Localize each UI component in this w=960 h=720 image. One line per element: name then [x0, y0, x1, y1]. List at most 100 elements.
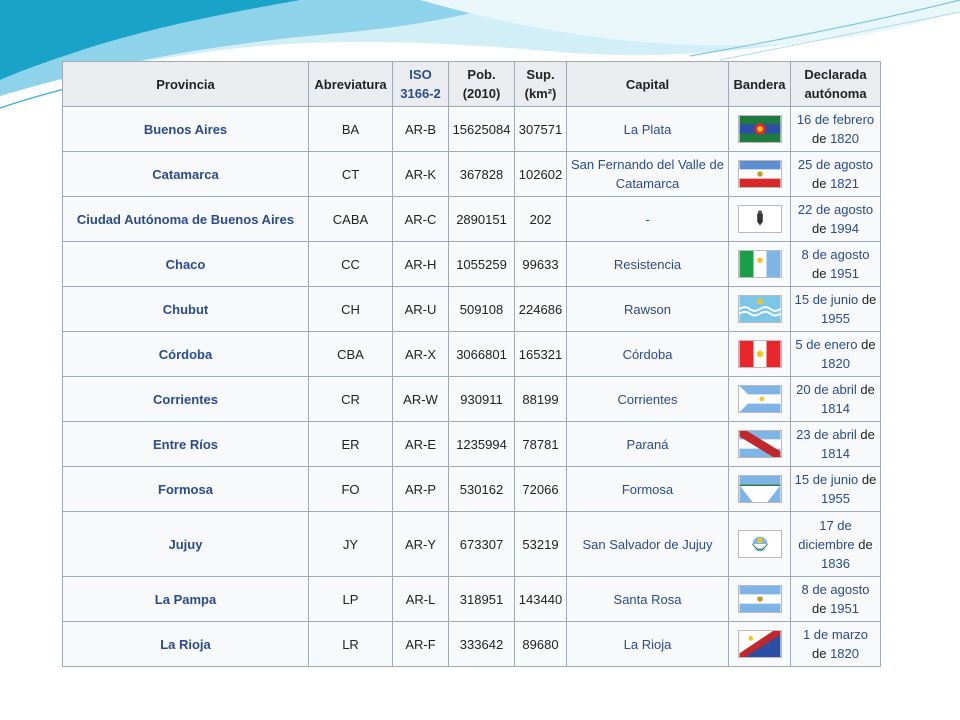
autonomy-date-link[interactable]: 25 de agosto [798, 157, 873, 172]
autonoma-label: autónoma [804, 86, 867, 101]
provinces-table-body: Buenos Aires BA AR-B 15625084 307571 La Plata… [62, 106, 881, 667]
autonomy-year-link[interactable]: 1951 [830, 601, 859, 616]
autonomy-year-link[interactable]: 1821 [830, 176, 859, 191]
autonomy-date-link[interactable]: 1 de marzo [803, 627, 868, 642]
province-abbreviation: CH [308, 286, 393, 332]
province-name-link[interactable]: Entre Ríos [62, 421, 309, 467]
province-abbreviation: JY [308, 511, 393, 577]
header-row: Provincia Abreviatura ISO 3166-2 Pob. (201… [62, 61, 881, 107]
autonomy-year-link[interactable]: 1836 [821, 556, 850, 571]
province-population: 2890151 [448, 196, 515, 242]
province-capital-link[interactable]: Santa Rosa [566, 576, 729, 622]
province-iso-code: AR-X [392, 331, 449, 377]
autonomy-year-link[interactable]: 1955 [821, 491, 850, 506]
table-row: Buenos Aires BA AR-B 15625084 307571 La Plata… [62, 106, 881, 152]
table-row: Entre Ríos ER AR-E 1235994 78781 Paraná 23 de … [62, 421, 881, 467]
col-header-sup[interactable]: Sup. (km²) [514, 61, 567, 107]
autonomy-year-link[interactable]: 1955 [821, 311, 850, 326]
province-capital-link[interactable]: Córdoba [566, 331, 729, 377]
jujuy-flag-icon[interactable] [737, 530, 782, 558]
iso-link[interactable]: ISO [409, 67, 431, 82]
province-iso-code: AR-Y [392, 511, 449, 577]
chubut-flag-icon[interactable] [737, 295, 782, 323]
pob-label: Pob. [467, 67, 496, 82]
autonomy-year-link[interactable]: 1951 [830, 266, 859, 281]
province-population: 1055259 [448, 241, 515, 287]
autonomy-year-link[interactable]: 1820 [830, 131, 859, 146]
province-name-link[interactable]: Córdoba [62, 331, 309, 377]
corrientes-flag-icon[interactable] [737, 385, 782, 413]
autonomy-date-link[interactable]: 20 de abril [796, 382, 857, 397]
autonomy-date-link[interactable]: 23 de abril [796, 427, 857, 442]
autonomy-date-link[interactable]: 15 de junio [795, 292, 859, 307]
autonomy-date-link[interactable]: 22 de agosto [798, 202, 873, 217]
province-capital-link[interactable]: Resistencia [566, 241, 729, 287]
province-capital-link[interactable]: Corrientes [566, 376, 729, 422]
province-name-link[interactable]: Chaco [62, 241, 309, 287]
province-area: 165321 [514, 331, 567, 377]
buenos-aires-flag-icon[interactable] [737, 115, 782, 143]
autonomy-year-link[interactable]: 1814 [821, 446, 850, 461]
province-population: 930911 [448, 376, 515, 422]
autonomy-date-link[interactable]: 16 de febrero [797, 112, 874, 127]
province-name-link[interactable]: La Pampa [62, 576, 309, 622]
autonomy-date-link[interactable]: 17 de diciembre [798, 518, 854, 552]
col-header-iso[interactable]: ISO 3166-2 [392, 61, 449, 107]
col-header-capital[interactable]: Capital [566, 61, 729, 107]
col-header-pob[interactable]: Pob. (2010) [448, 61, 515, 107]
province-abbreviation: BA [308, 106, 393, 152]
province-capital-link[interactable]: - [566, 196, 729, 242]
province-population: 673307 [448, 511, 515, 577]
province-capital-link[interactable]: Rawson [566, 286, 729, 332]
catamarca-flag-icon[interactable] [737, 160, 782, 188]
iso-link-code[interactable]: 3166-2 [400, 86, 440, 101]
province-capital-link[interactable]: San Fernando del Valle de Catamarca [566, 151, 729, 197]
province-name-link[interactable]: Jujuy [62, 511, 309, 577]
declared-autonomous-cell: 8 de agosto de 1951 [790, 576, 881, 622]
sup-unit: (km²) [524, 86, 557, 101]
col-header-bandera[interactable]: Bandera [728, 61, 791, 107]
province-capital-link[interactable]: Formosa [566, 466, 729, 512]
province-abbreviation: FO [308, 466, 393, 512]
province-name-link[interactable]: Chubut [62, 286, 309, 332]
province-capital-link[interactable]: La Rioja [566, 621, 729, 667]
declared-autonomous-cell: 5 de enero de 1820 [790, 331, 881, 377]
la-rioja-flag-icon[interactable] [737, 630, 782, 658]
autonomy-date-link[interactable]: 15 de junio [795, 472, 859, 487]
province-name-link[interactable]: Ciudad Autónoma de Buenos Aires [62, 196, 309, 242]
province-capital-link[interactable]: San Salvador de Jujuy [566, 511, 729, 577]
autonomy-date-link[interactable]: 8 de agosto [802, 582, 870, 597]
autonomy-year-link[interactable]: 1820 [830, 646, 859, 661]
province-flag-cell [728, 466, 791, 512]
province-capital-link[interactable]: Paraná [566, 421, 729, 467]
declared-autonomous-cell: 8 de agosto de 1951 [790, 241, 881, 287]
province-name-link[interactable]: La Rioja [62, 621, 309, 667]
province-name-link[interactable]: Corrientes [62, 376, 309, 422]
province-population: 367828 [448, 151, 515, 197]
province-name-link[interactable]: Buenos Aires [62, 106, 309, 152]
declared-autonomous-cell: 15 de junio de 1955 [790, 286, 881, 332]
caba-flag-icon[interactable] [737, 205, 782, 233]
province-iso-code: AR-E [392, 421, 449, 467]
autonomy-date-link[interactable]: 8 de agosto [802, 247, 870, 262]
la-pampa-flag-icon[interactable] [737, 585, 782, 613]
entre-rios-flag-icon[interactable] [737, 430, 782, 458]
autonomy-year-link[interactable]: 1814 [821, 401, 850, 416]
autonomy-year-link[interactable]: 1994 [830, 221, 859, 236]
autonomy-year-link[interactable]: 1820 [821, 356, 850, 371]
provinces-table: Provincia Abreviatura ISO 3166-2 Pob. (201… [62, 61, 881, 667]
province-iso-code: AR-W [392, 376, 449, 422]
province-area: 307571 [514, 106, 567, 152]
declared-autonomous-cell: 15 de junio de 1955 [790, 466, 881, 512]
col-header-provincia[interactable]: Provincia [62, 61, 309, 107]
province-abbreviation: CABA [308, 196, 393, 242]
col-header-abreviatura[interactable]: Abreviatura [308, 61, 393, 107]
chaco-flag-icon[interactable] [737, 250, 782, 278]
col-header-declarada[interactable]: Declarada autónoma [790, 61, 881, 107]
cordoba-flag-icon[interactable] [737, 340, 782, 368]
province-name-link[interactable]: Catamarca [62, 151, 309, 197]
province-capital-link[interactable]: La Plata [566, 106, 729, 152]
formosa-flag-icon[interactable] [737, 475, 782, 503]
autonomy-date-link[interactable]: 5 de enero [795, 337, 857, 352]
province-name-link[interactable]: Formosa [62, 466, 309, 512]
